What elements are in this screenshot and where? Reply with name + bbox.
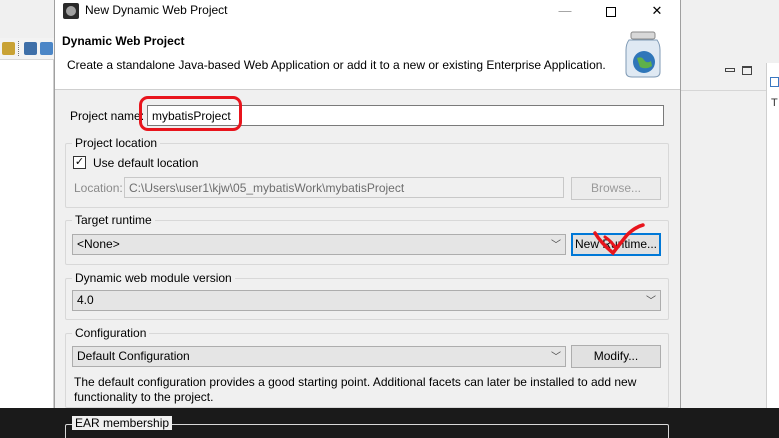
ear-membership-title: EAR membership bbox=[72, 416, 173, 430]
browse-button[interactable]: Browse... bbox=[571, 177, 661, 200]
web-module-version-value: 4.0 bbox=[77, 293, 94, 307]
target-runtime-title: Target runtime bbox=[72, 213, 155, 227]
maximize-button[interactable] bbox=[588, 0, 634, 22]
configuration-note: The default configuration provides a goo… bbox=[74, 375, 637, 404]
ide-right-strip bbox=[681, 38, 779, 408]
new-dynamic-web-project-dialog: New Dynamic Web Project — ✕ Dynamic Web … bbox=[54, 0, 681, 438]
toolbar-separator bbox=[18, 41, 19, 56]
close-button[interactable]: ✕ bbox=[634, 0, 680, 22]
view-icon[interactable] bbox=[770, 77, 779, 87]
web-project-jar-icon bbox=[625, 31, 661, 78]
use-default-location-label[interactable]: Use default location bbox=[93, 156, 198, 170]
chevron-down-icon: ﹀ bbox=[551, 352, 561, 363]
annotation-circle bbox=[139, 96, 242, 131]
use-default-location-checkbox[interactable]: ✓ bbox=[73, 156, 86, 169]
minimize-view-icon[interactable] bbox=[725, 68, 735, 72]
ide-toolbar bbox=[0, 38, 54, 60]
ide-left-pane bbox=[0, 60, 54, 408]
location-input[interactable]: C:\Users\user1\kjw\05_mybatisWork\mybati… bbox=[124, 177, 564, 198]
console-icon[interactable] bbox=[24, 42, 37, 55]
project-location-title: Project location bbox=[72, 136, 161, 150]
wizard-description: Create a standalone Java-based Web Appli… bbox=[67, 58, 606, 72]
eclipse-icon bbox=[63, 3, 79, 19]
target-runtime-value: <None> bbox=[77, 237, 120, 251]
configuration-title: Configuration bbox=[72, 326, 150, 340]
modify-button[interactable]: Modify... bbox=[571, 345, 661, 368]
minimize-button[interactable]: — bbox=[542, 0, 588, 22]
location-label: Location: bbox=[74, 181, 123, 195]
chevron-down-icon: ﹀ bbox=[551, 240, 561, 251]
check-icon: ✓ bbox=[74, 156, 85, 168]
run-icon[interactable] bbox=[2, 42, 15, 55]
web-module-title: Dynamic web module version bbox=[72, 271, 235, 285]
chevron-down-icon: ﹀ bbox=[646, 296, 656, 307]
title-bar[interactable]: New Dynamic Web Project — ✕ bbox=[55, 0, 680, 22]
wizard-banner: Dynamic Web Project Create a standalone … bbox=[55, 22, 680, 90]
annotation-checkmark bbox=[593, 223, 645, 256]
outline-icon[interactable] bbox=[40, 42, 53, 55]
web-module-version-select[interactable]: 4.0 ﹀ bbox=[72, 290, 661, 311]
configuration-value: Default Configuration bbox=[77, 349, 190, 363]
ide-right-pane: T bbox=[766, 63, 779, 408]
maximize-view-icon[interactable] bbox=[742, 66, 752, 75]
target-runtime-select[interactable]: <None> ﹀ bbox=[72, 234, 566, 255]
project-name-label: Project name: bbox=[70, 109, 145, 123]
maximize-icon bbox=[606, 6, 616, 17]
window-title: New Dynamic Web Project bbox=[85, 3, 228, 17]
right-pane-letter: T bbox=[771, 97, 778, 109]
wizard-title: Dynamic Web Project bbox=[62, 34, 185, 48]
configuration-select[interactable]: Default Configuration ﹀ bbox=[72, 346, 566, 367]
divider bbox=[681, 90, 779, 91]
